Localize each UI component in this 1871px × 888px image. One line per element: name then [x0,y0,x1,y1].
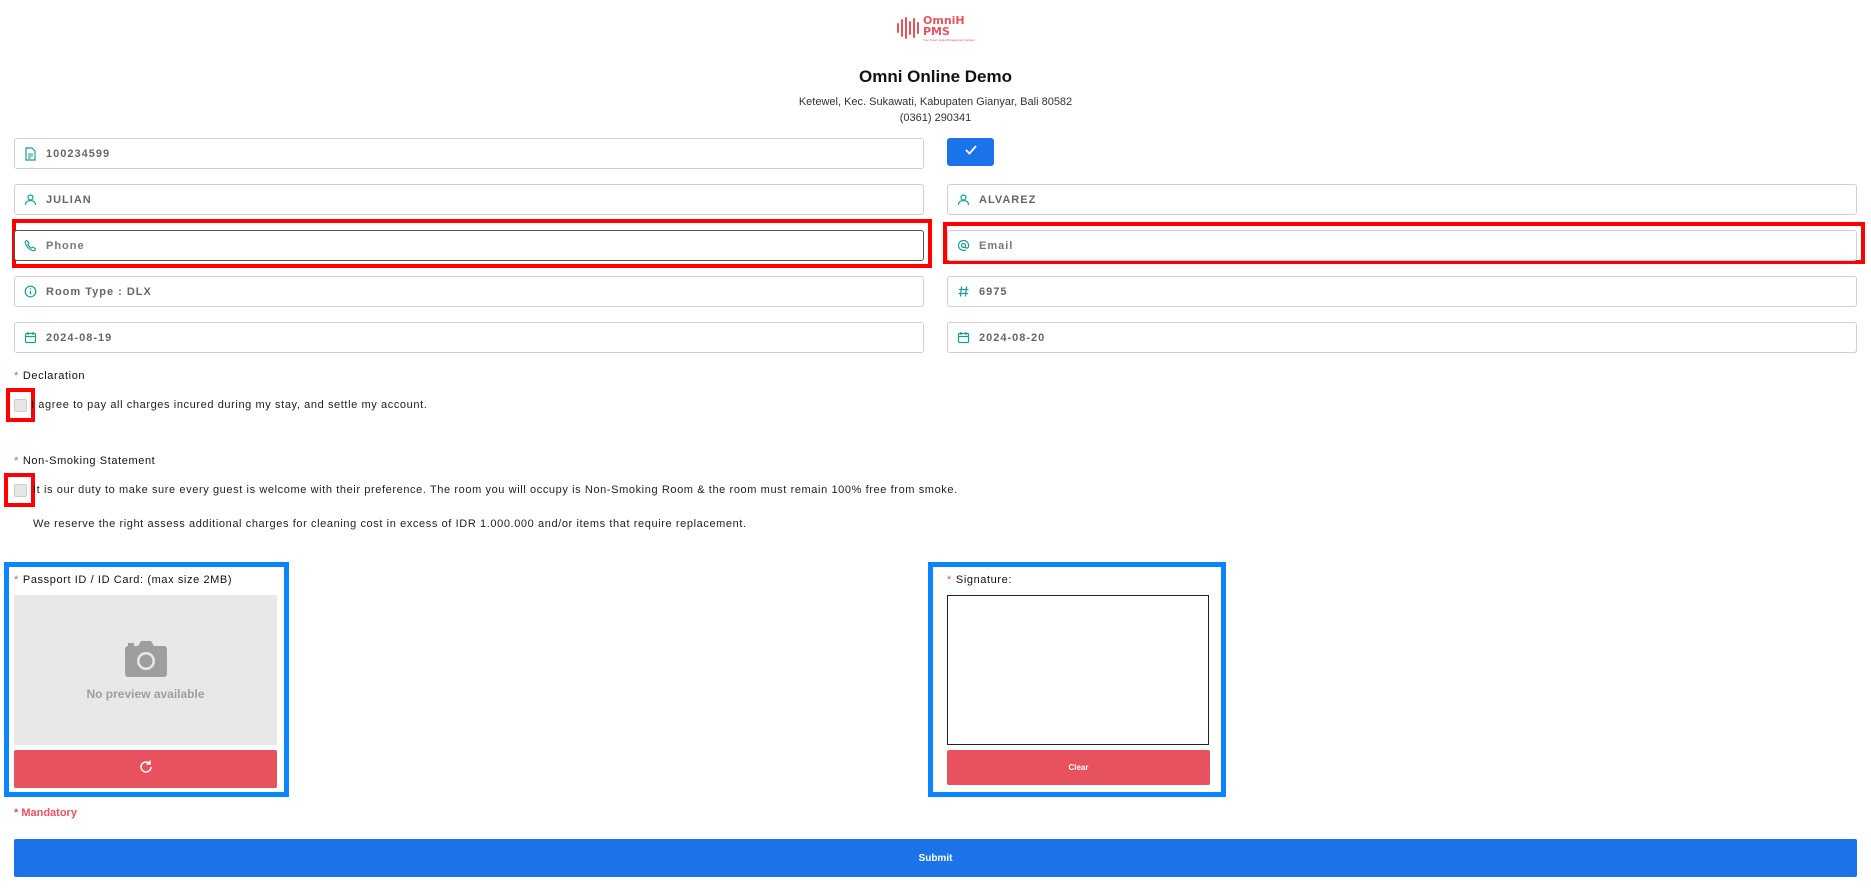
at-icon [955,238,971,254]
phone-field[interactable] [14,230,924,261]
booking-number-field[interactable]: 100234599 [14,138,924,169]
phone-icon [22,238,38,254]
required-mark: * [947,574,952,586]
logo-tagline: Your Smart Hotel Management System [923,37,975,42]
signature-pad[interactable] [947,595,1209,745]
hotel-phone: (0361) 290341 [899,112,972,124]
document-icon [22,146,38,162]
brand-logo: OmniH PMS Your Smart Hotel Management Sy… [897,13,983,42]
room-type-field[interactable]: Room Type : DLX [14,276,924,307]
hash-icon [955,284,971,300]
logo-title: OmniH PMS [923,13,965,38]
submit-button[interactable]: Submit [14,839,1857,877]
declaration-title-text: Declaration [22,370,86,382]
room-type-value: Room Type : DLX [46,285,152,298]
logo-mark-icon [897,17,919,39]
no-preview-text: No preview available [86,686,205,701]
non-smoking-text: It is our duty to make sure every guest … [33,484,958,496]
departure-date-field[interactable]: 2024-08-20 [947,322,1857,353]
hotel-name: Omni Online Demo [858,67,1013,86]
calendar-icon [955,330,971,346]
hotel-address: Ketewel, Kec. Sukawati, Kabupaten Gianya… [798,96,1073,108]
required-mark: * [14,455,19,467]
email-input[interactable] [979,239,1856,252]
declaration-text: I agree to pay all charges incured durin… [31,399,428,411]
passport-preview[interactable]: No preview available [14,595,277,745]
required-mark: * [14,574,19,586]
refresh-button[interactable] [14,750,277,788]
verify-button[interactable] [947,138,994,166]
email-field[interactable] [947,230,1857,261]
signature-label-text: Signature: [955,574,1013,586]
room-number-value: 6975 [979,285,1008,298]
non-smoking-text-2: We reserve the right assess additional c… [33,518,747,530]
non-smoking-title-text: Non-Smoking Statement [22,455,156,467]
last-name-field[interactable]: ALVAREZ [947,184,1857,215]
signature-label: * Signature: [947,574,1012,586]
camera-icon [124,640,168,683]
declaration-checkbox[interactable] [14,399,27,412]
first-name-value: JULIAN [46,193,92,206]
clear-signature-button[interactable]: Clear [947,750,1210,785]
required-mark: * [14,370,19,382]
booking-number-value: 100234599 [46,147,111,160]
arrival-date-field[interactable]: 2024-08-19 [14,322,924,353]
non-smoking-checkbox[interactable] [14,484,27,497]
first-name-field[interactable]: JULIAN [14,184,924,215]
check-icon [964,143,978,161]
phone-input[interactable] [46,239,923,252]
arrival-date-value: 2024-08-19 [46,331,113,344]
non-smoking-title: * Non-Smoking Statement [14,455,155,467]
passport-label: * Passport ID / ID Card: (max size 2MB) [14,574,232,586]
user-icon [955,192,971,208]
calendar-icon [22,330,38,346]
user-icon [22,192,38,208]
last-name-value: ALVAREZ [979,193,1037,206]
mandatory-note: * Mandatory [14,807,77,819]
room-number-field[interactable]: 6975 [947,276,1857,307]
info-icon [22,284,38,300]
departure-date-value: 2024-08-20 [979,331,1046,344]
refresh-icon [138,759,154,780]
declaration-title: * Declaration [14,370,85,382]
passport-label-text: Passport ID / ID Card: (max size 2MB) [22,574,233,586]
